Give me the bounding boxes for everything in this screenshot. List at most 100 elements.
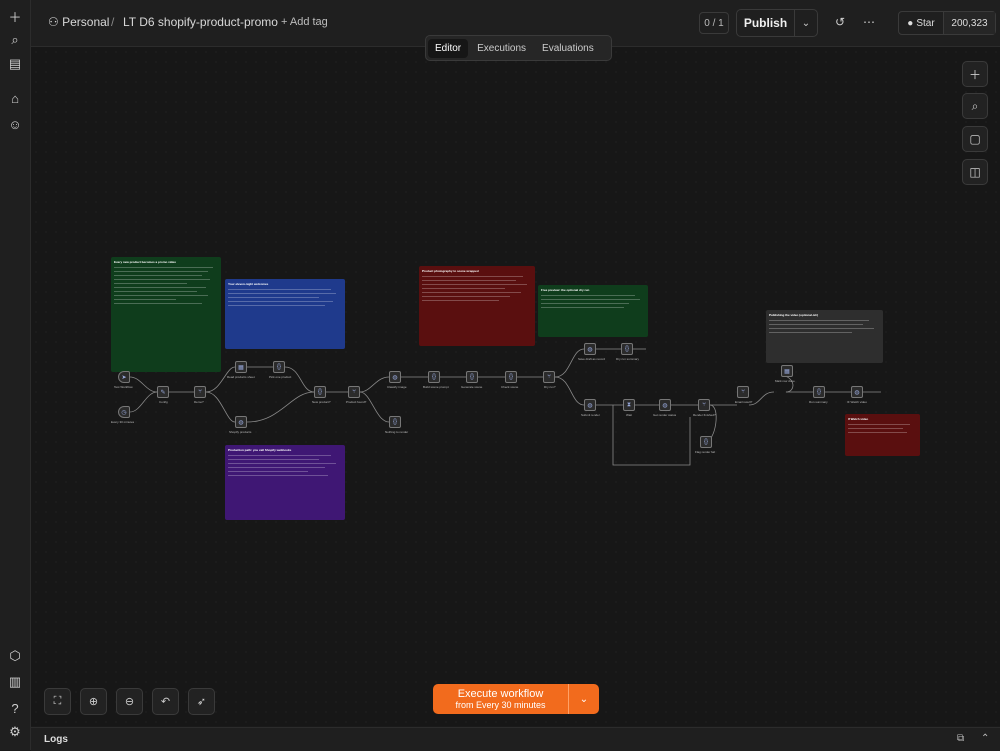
sticky-note-preview[interactable]: Free preview: the optional dry run [538,285,648,337]
chart-icon[interactable]: ▥ [5,672,25,692]
undo-button[interactable]: ↶ [152,688,179,715]
sticky-note-photography[interactable]: Product photography to scene wrapped [419,266,535,346]
fit-icon: ⛶ [53,695,62,707]
workflow-node[interactable]: ◍ [659,399,671,411]
zoom-in-icon: ⊕ [88,696,99,708]
breadcrumb-separator: / [111,15,115,29]
code-icon: {} [703,439,708,445]
chevron-up-icon[interactable]: ⌃ [981,733,989,744]
execute-workflow-button[interactable]: Execute workflow from Every 30 minutes ⌄ [433,684,599,714]
workflow-node[interactable]: ◍ [851,386,863,398]
workflow-node[interactable]: ⑂ [698,399,710,411]
chevron-down-icon[interactable]: ⌄ [568,684,599,714]
workflow-node[interactable]: {} [314,386,326,398]
sheet-icon: ▦ [784,368,790,375]
code-icon: {} [317,389,322,395]
workflow-node[interactable]: ▦ [235,361,247,373]
settings-icon[interactable]: ⚙ [5,722,25,742]
tab-evaluations[interactable]: Evaluations [535,39,601,58]
workflow-node[interactable]: ⧗ [623,399,635,411]
sticky-note-button[interactable]: ▢ [962,126,988,152]
workflow-node[interactable]: {} [505,371,517,383]
zoom-in-button[interactable]: ⊕ [80,688,107,715]
tab-executions[interactable]: Executions [470,39,533,58]
user-icon[interactable]: ☺ [5,114,25,134]
globe-icon: ◍ [854,389,860,396]
globe-icon: ◍ [587,402,593,409]
history-icon[interactable]: ↺ [830,12,850,32]
workflow-node[interactable]: ✎ [157,386,169,398]
add-node-button[interactable]: ＋ [962,61,988,87]
panel-icon: ◫ [969,165,981,179]
search-nodes-button[interactable]: ⌕ [962,93,988,119]
panel-icon[interactable]: ▤ [5,54,25,74]
toggle-panel-button[interactable]: ◫ [962,159,988,185]
globe-icon: ◍ [662,402,668,409]
workflow-node[interactable]: ⑂ [348,386,360,398]
logs-panel[interactable]: Logs ⧉ ⌃ [31,727,1000,751]
left-sidebar: ＋ ⌕ ▤ ⌂ ☺ ⬡ ▥ ? ⚙ [0,0,31,750]
github-star[interactable]: ● Star [899,12,944,34]
execute-main[interactable]: Execute workflow from Every 30 minutes [433,684,568,714]
search-icon[interactable]: ⌕ [5,30,25,50]
sticky-note-intro[interactable]: Every new product becomes a promo video [111,257,221,372]
workflow-node[interactable]: ▦ [781,365,793,377]
publish-label[interactable]: Publish [737,10,795,36]
sticky-note-production[interactable]: Production path: you call Shopify webhoo… [225,445,345,520]
workflow-node[interactable]: {} [813,386,825,398]
workflow-node[interactable]: ⑂ [543,371,555,383]
undo-icon: ↶ [160,696,171,708]
help-icon[interactable]: ? [5,698,25,718]
sticky-note-watch-video[interactable]: If Watch video [845,414,920,456]
package-icon[interactable]: ⬡ [5,646,25,666]
code-icon: {} [276,364,281,370]
plus-icon: ＋ [968,67,981,82]
chevron-down-icon[interactable]: ⌄ [795,10,817,36]
workflow-node[interactable]: {} [466,371,478,383]
plus-icon[interactable]: ＋ [5,6,25,26]
tidy-up-button[interactable]: ➶ [188,688,215,715]
code-icon: {} [469,374,474,380]
workflow-node[interactable]: {} [273,361,285,373]
workflow-node[interactable]: {} [700,436,712,448]
split-icon: ⑂ [702,402,706,408]
github-star-button[interactable]: ● Star 200,323 [898,11,996,35]
publish-button[interactable]: Publish ⌄ [736,9,818,37]
zoom-out-button[interactable]: ⊖ [116,688,143,715]
home-icon[interactable]: ⌂ [5,88,25,108]
workflow-node[interactable]: ◍ [584,399,596,411]
pen-icon: ✎ [160,389,166,396]
github-star-count: 200,323 [944,12,995,34]
workflow-node[interactable]: ◍ [584,343,596,355]
workflow-node[interactable]: ◍ [235,416,247,428]
clock-icon: ◷ [121,409,127,416]
workflow-name[interactable]: LT D6 shopify-product-promo [123,15,278,29]
split-icon: ⑂ [741,389,745,395]
workflow-node[interactable]: {} [428,371,440,383]
workflow-canvas[interactable]: Every new product becomes a promo video … [31,47,1000,726]
view-tabs: Editor Executions Evaluations [425,35,612,61]
more-icon[interactable]: ⋯ [859,12,879,32]
workflow-node[interactable]: ⑂ [737,386,749,398]
code-icon: {} [392,419,397,425]
split-icon: ⑂ [198,389,202,395]
add-tag-button[interactable]: + Add tag [281,16,328,28]
globe-icon: ◍ [392,374,398,381]
sticky-note-publishing[interactable]: Publishing the video (optional-ish) [766,310,883,363]
workflow-node[interactable]: ◷ [118,406,130,418]
search-icon: ⌕ [971,98,979,113]
note-icon: ▢ [969,132,981,146]
cursor-icon: ➤ [121,374,127,381]
code-icon: {} [816,389,821,395]
sticky-note-welcomes[interactable]: Your eleven-night welcomes [225,279,345,349]
breadcrumb-project[interactable]: ⚇ Personal [48,15,109,29]
workflow-node[interactable]: {} [621,343,633,355]
split-icon: ⑂ [547,374,551,380]
fit-view-button[interactable]: ⛶ [44,688,71,715]
workflow-node[interactable]: {} [389,416,401,428]
tab-editor[interactable]: Editor [428,38,469,58]
popout-icon[interactable]: ⧉ [957,733,964,744]
workflow-node[interactable]: ➤ [118,371,130,383]
workflow-node[interactable]: ◍ [389,371,401,383]
workflow-node[interactable]: ⑂ [194,386,206,398]
